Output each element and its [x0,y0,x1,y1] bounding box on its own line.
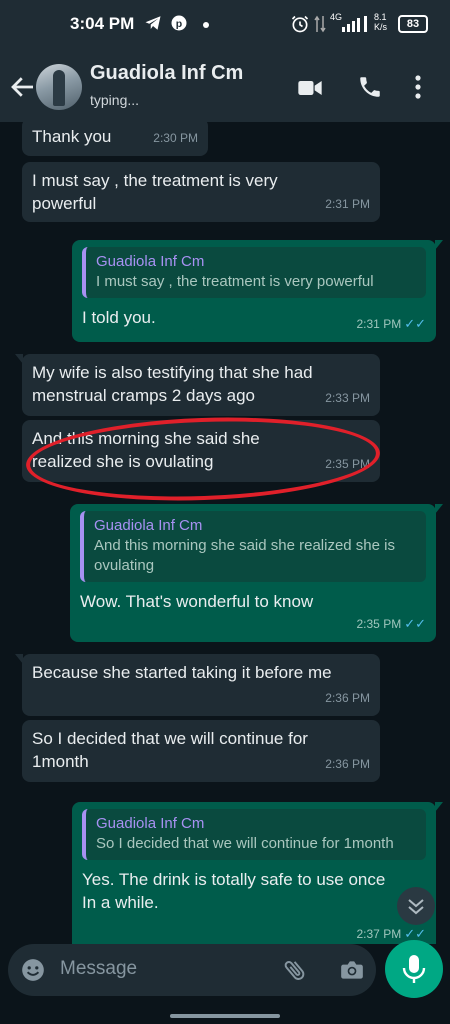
quoted-text: I must say , the treatment is very power… [96,273,374,290]
quoted-text: So I decided that we will continue for 1… [96,835,394,852]
message-incoming[interactable]: I must say , the treatment is very power… [22,162,380,222]
mic-button[interactable] [385,940,443,998]
message-input-bar[interactable]: Message [8,944,376,996]
double-chevron-down-icon [408,899,424,915]
message-outgoing[interactable]: Guadiola Inf Cm And this morning she sai… [70,504,443,642]
pinterest-icon: p [170,14,188,37]
message-incoming[interactable]: My wife is also testifying that she had … [15,354,380,416]
data-arrows-icon [314,14,326,39]
message-input[interactable]: Message [60,958,137,980]
message-time: 2:33 PM [325,391,370,405]
message-text: So I decided that we will continue for 1… [32,729,308,771]
message-time: 2:36 PM [325,691,370,705]
message-text: And this morning she said she realized s… [32,429,260,471]
emoji-icon[interactable] [20,957,46,983]
message-text: My wife is also testifying that she had … [32,363,313,405]
home-gesture-pill[interactable] [170,1014,280,1018]
quoted-message[interactable]: Guadiola Inf Cm I must say , the treatme… [82,247,426,298]
message-text: Because she started taking it before me [32,663,332,682]
chat-header: Guadiola Inf Cm typing... [0,52,450,122]
message-time: 2:31 PM ✓✓ [356,316,427,331]
contact-status: typing... [90,92,140,108]
message-outgoing[interactable]: Guadiola Inf Cm So I decided that we wil… [72,802,443,944]
message-text: Yes. The drink is totally safe to use on… [82,870,386,912]
message-incoming[interactable]: So I decided that we will continue for 1… [22,720,380,782]
quoted-sender: Guadiola Inf Cm [96,253,205,270]
system-nav-bar [0,1000,450,1024]
scroll-down-button[interactable] [397,887,435,925]
message-time: 2:35 PM ✓✓ [356,616,427,631]
message-incoming[interactable]: Because she started taking it before me … [15,654,380,716]
quoted-sender: Guadiola Inf Cm [96,815,205,832]
status-time: 3:04 PM [70,14,135,33]
read-receipt-icon: ✓✓ [404,926,426,941]
message-time: 2:30 PM [153,131,198,145]
contact-name[interactable]: Guadiola Inf Cm [90,62,243,85]
dot-icon [202,16,210,34]
avatar[interactable] [36,64,82,110]
status-bar: 3:04 PM p 4G 8.1 K/s 83 [0,0,450,52]
message-time: 2:35 PM [325,457,370,471]
battery-icon: 83 [398,15,428,33]
chat-area[interactable]: Thank you 2:30 PM I must say , the treat… [0,122,450,944]
message-incoming[interactable]: Thank you 2:30 PM [22,122,208,156]
message-text: Thank you [32,127,112,146]
mic-icon [402,955,426,983]
quoted-message[interactable]: Guadiola Inf Cm So I decided that we wil… [82,809,426,860]
message-time: 2:36 PM [325,757,370,771]
read-receipt-icon: ✓✓ [404,316,426,331]
quoted-sender: Guadiola Inf Cm [94,517,203,534]
read-receipt-icon: ✓✓ [404,616,426,631]
message-outgoing[interactable]: Guadiola Inf Cm I must say , the treatme… [72,240,443,342]
camera-icon[interactable] [339,957,365,983]
phone-icon[interactable] [357,74,385,102]
message-incoming[interactable]: And this morning she said she realized s… [22,420,380,482]
back-arrow-icon[interactable] [8,72,38,102]
quoted-message[interactable]: Guadiola Inf Cm And this morning she sai… [80,511,426,582]
message-text: Wow. That's wonderful to know [80,592,314,611]
network-type: 4G [330,12,343,22]
attach-icon[interactable] [282,957,308,983]
alarm-icon [290,14,310,39]
more-options-icon[interactable] [414,74,426,102]
video-call-icon[interactable] [296,74,324,102]
message-time: 2:31 PM [325,197,370,211]
signal-icon [342,16,370,37]
telegram-icon [144,14,162,37]
svg-text:p: p [176,18,182,30]
quoted-text: And this morning she said she realized s… [94,537,395,574]
network-speed: 8.1 K/s [374,12,388,32]
message-text: I must say , the treatment is very power… [32,171,278,213]
